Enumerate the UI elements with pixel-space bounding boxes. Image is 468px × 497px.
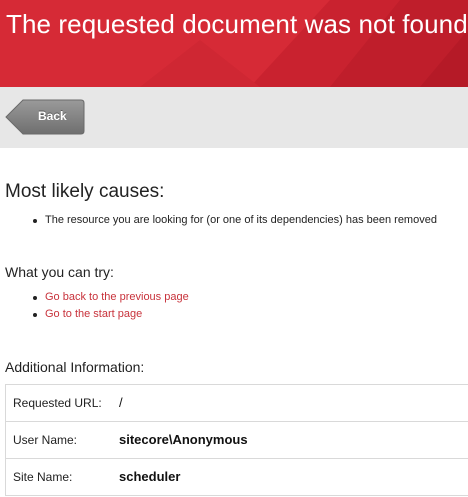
error-page: The requested document was not found Bac… xyxy=(0,0,468,497)
info-row-requested-url: Requested URL: / xyxy=(6,385,468,422)
user-name-value: sitecore\Anonymous xyxy=(119,432,248,447)
toolbar: Back xyxy=(0,87,468,148)
try-list: Go back to the previous page Go to the s… xyxy=(0,289,189,323)
causes-heading: Most likely causes: xyxy=(5,181,165,202)
cause-item: The resource you are looking for (or one… xyxy=(0,212,437,229)
site-name-value: scheduler xyxy=(119,469,181,484)
requested-url-value: / xyxy=(119,395,123,410)
try-item-start: Go to the start page xyxy=(0,306,189,323)
info-table: Requested URL: / User Name: sitecore\Ano… xyxy=(5,384,468,496)
requested-url-label: Requested URL: xyxy=(13,396,102,410)
info-row-site-name: Site Name: scheduler xyxy=(6,459,468,496)
additional-info-heading: Additional Information: xyxy=(5,359,145,375)
page-title: The requested document was not found xyxy=(6,9,468,39)
site-name-label: Site Name: xyxy=(13,470,73,484)
causes-list: The resource you are looking for (or one… xyxy=(0,212,437,229)
start-page-link[interactable]: Go to the start page xyxy=(45,308,142,320)
try-item-previous: Go back to the previous page xyxy=(0,289,189,306)
back-button[interactable]: Back xyxy=(5,99,85,135)
try-heading: What you can try: xyxy=(5,264,114,280)
page-header: The requested document was not found xyxy=(0,0,468,87)
user-name-label: User Name: xyxy=(13,433,78,447)
previous-page-link[interactable]: Go back to the previous page xyxy=(45,291,189,303)
back-button-label: Back xyxy=(38,109,67,123)
info-row-user-name: User Name: sitecore\Anonymous xyxy=(6,422,468,459)
